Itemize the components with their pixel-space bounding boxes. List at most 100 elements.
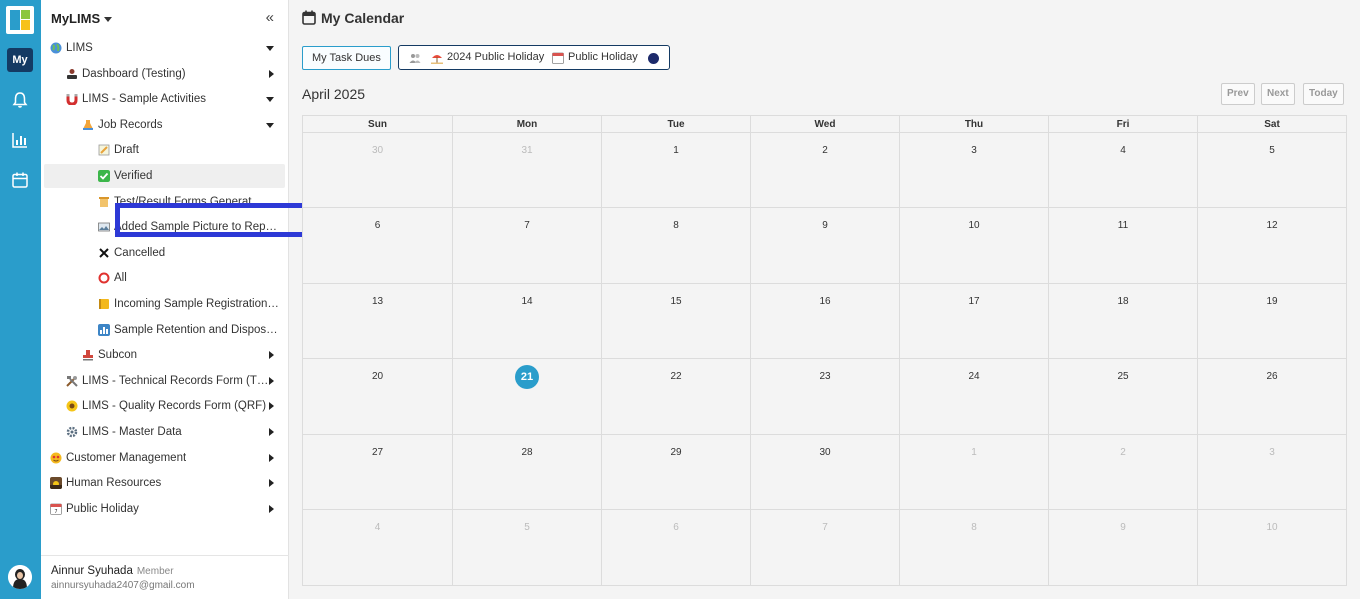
calendar-day-cell[interactable]: 10 xyxy=(1197,510,1346,585)
user-email: ainnursyuhada2407@gmail.com xyxy=(51,580,195,591)
calendar-day-cell[interactable]: 1 xyxy=(899,435,1048,509)
tools-icon xyxy=(66,376,78,387)
day-number: 27 xyxy=(371,447,384,458)
filter-2024-public-holiday[interactable]: 2024 Public Holiday xyxy=(447,51,544,63)
sidebar-item-customer-management[interactable]: Customer Management xyxy=(44,446,285,470)
calendar-day-cell[interactable]: 3 xyxy=(1197,435,1346,509)
sidebar-item-label: Job Records xyxy=(98,119,163,131)
calendar-filter-group: 2024 Public Holiday Public Holiday xyxy=(398,45,670,70)
sidebar-item-cancelled[interactable]: Cancelled xyxy=(44,241,285,265)
sidebar-item-all[interactable]: All xyxy=(44,266,285,290)
people-icon[interactable] xyxy=(409,53,421,63)
calendar-day-cell[interactable]: 13 xyxy=(303,284,452,358)
chevron-down-icon xyxy=(266,46,274,51)
calendar-day-cell[interactable]: 31 xyxy=(452,133,601,207)
sidebar-item-draft[interactable]: Draft xyxy=(44,138,285,162)
day-number: 3 xyxy=(971,145,977,156)
calendar-day-cell[interactable]: 16 xyxy=(750,284,899,358)
sidebar-item-label: LIMS xyxy=(66,42,93,54)
sidebar-item-sample-retention[interactable]: Sample Retention and Disposal… xyxy=(44,318,285,342)
sidebar-item-label: Sample Retention and Disposal… xyxy=(114,324,279,336)
day-number: 6 xyxy=(374,220,381,231)
day-number: 21 xyxy=(515,365,539,389)
my-workspace-button[interactable]: My xyxy=(7,48,33,72)
user-avatar[interactable] xyxy=(8,565,32,589)
bell-icon[interactable] xyxy=(11,91,29,109)
calendar-day-cell[interactable]: 27 xyxy=(303,435,452,509)
calendar-day-cell[interactable]: 30 xyxy=(750,435,899,509)
filter-public-holiday[interactable]: Public Holiday xyxy=(568,51,638,63)
app-switcher[interactable]: MyLIMS xyxy=(51,11,113,26)
sidebar-item-master-data[interactable]: LIMS - Master Data xyxy=(44,420,285,444)
calendar-day-cell[interactable]: 4 xyxy=(1048,133,1197,207)
sidebar-item-lims[interactable]: LIMS xyxy=(44,36,285,60)
calendar-day-cell[interactable]: 11 xyxy=(1048,208,1197,283)
calendar-day-cell[interactable]: 7 xyxy=(750,510,899,585)
calendar-day-cell[interactable]: 19 xyxy=(1197,284,1346,358)
flower-icon xyxy=(66,400,78,412)
svg-text:7: 7 xyxy=(54,509,57,515)
calendar-day-cell[interactable]: 2 xyxy=(750,133,899,207)
sidebar-item-job-records[interactable]: Job Records xyxy=(44,113,285,137)
sidebar-item-public-holiday[interactable]: 7 Public Holiday xyxy=(44,497,285,521)
calendar-day-cell[interactable]: 5 xyxy=(1197,133,1346,207)
calendar-day-cell[interactable]: 1 xyxy=(601,133,750,207)
calendar-day-cell[interactable]: 23 xyxy=(750,359,899,434)
calendar-day-cell[interactable]: 3 xyxy=(899,133,1048,207)
sidebar-item-label: Verified xyxy=(114,170,153,182)
prev-button[interactable]: Prev xyxy=(1221,83,1255,105)
calendar-day-cell[interactable]: 20 xyxy=(303,359,452,434)
calendar-icon[interactable] xyxy=(11,171,29,189)
calendar-day-cell[interactable]: 5 xyxy=(452,510,601,585)
sidebar-item-technical-records[interactable]: LIMS - Technical Records Form (T… xyxy=(44,369,285,393)
sidebar-item-subcon[interactable]: Subcon xyxy=(44,343,285,367)
sidebar-item-incoming-sample-registration[interactable]: Incoming Sample Registration … xyxy=(44,292,285,316)
calendar-day-cell[interactable]: 6 xyxy=(601,510,750,585)
calendar-day-cell[interactable]: 30 xyxy=(303,133,452,207)
calendar-day-cell[interactable]: 4 xyxy=(303,510,452,585)
sidebar-item-verified[interactable]: Verified xyxy=(44,164,285,188)
sidebar-item-label: Public Holiday xyxy=(66,503,139,515)
day-number: 31 xyxy=(521,145,533,156)
today-button[interactable]: Today xyxy=(1303,83,1344,105)
color-dot[interactable] xyxy=(648,53,659,64)
next-button[interactable]: Next xyxy=(1261,83,1295,105)
calendar-day-cell[interactable]: 2 xyxy=(1048,435,1197,509)
calendar-day-cell[interactable]: 18 xyxy=(1048,284,1197,358)
my-task-dues-button[interactable]: My Task Dues xyxy=(302,46,391,70)
bar-chart-icon[interactable] xyxy=(11,131,29,149)
calendar-day-cell[interactable]: 25 xyxy=(1048,359,1197,434)
calendar-day-cell[interactable]: 8 xyxy=(899,510,1048,585)
calendar-day-cell[interactable]: 14 xyxy=(452,284,601,358)
sidebar-item-label: Subcon xyxy=(98,349,138,361)
day-number: 3 xyxy=(1269,447,1275,458)
sidebar-item-sample-activities[interactable]: LIMS - Sample Activities xyxy=(44,87,285,111)
calendar-day-cell[interactable]: 26 xyxy=(1197,359,1346,434)
sidebar-item-human-resources[interactable]: Human Resources xyxy=(44,471,285,495)
calendar-day-cell[interactable]: 29 xyxy=(601,435,750,509)
calendar-week-row: 6 7 8 9 10 11 12 xyxy=(303,208,1346,284)
app-logo[interactable] xyxy=(6,6,34,34)
calendar-day-cell[interactable]: 8 xyxy=(601,208,750,283)
calendar-day-cell[interactable]: 21 xyxy=(452,359,601,434)
sidebar-item-dashboard-testing[interactable]: Dashboard (Testing) xyxy=(44,62,285,86)
user-role: Member xyxy=(136,566,174,577)
calendar-day-cell[interactable]: 17 xyxy=(899,284,1048,358)
calendar-day-cell[interactable]: 7 xyxy=(452,208,601,283)
collapse-sidebar-icon[interactable]: « xyxy=(266,9,274,26)
calendar-day-cell[interactable]: 24 xyxy=(899,359,1048,434)
calendar-day-cell[interactable]: 12 xyxy=(1197,208,1346,283)
calendar-day-cell[interactable]: 10 xyxy=(899,208,1048,283)
weekday-mon: Mon xyxy=(452,116,601,133)
picture-icon xyxy=(98,222,110,232)
sidebar-item-label: Dashboard (Testing) xyxy=(82,68,186,80)
calendar-day-cell[interactable]: 9 xyxy=(1048,510,1197,585)
sidebar-item-quality-records[interactable]: LIMS - Quality Records Form (QRF) xyxy=(44,394,285,418)
calendar-day-cell[interactable]: 22 xyxy=(601,359,750,434)
calendar-day-cell[interactable]: 9 xyxy=(750,208,899,283)
user-profile[interactable]: Ainnur Syuhada Member ainnursyuhada2407@g… xyxy=(41,555,289,599)
day-number: 1 xyxy=(673,145,679,156)
calendar-day-cell[interactable]: 28 xyxy=(452,435,601,509)
calendar-day-cell[interactable]: 6 xyxy=(303,208,452,283)
calendar-day-cell[interactable]: 15 xyxy=(601,284,750,358)
